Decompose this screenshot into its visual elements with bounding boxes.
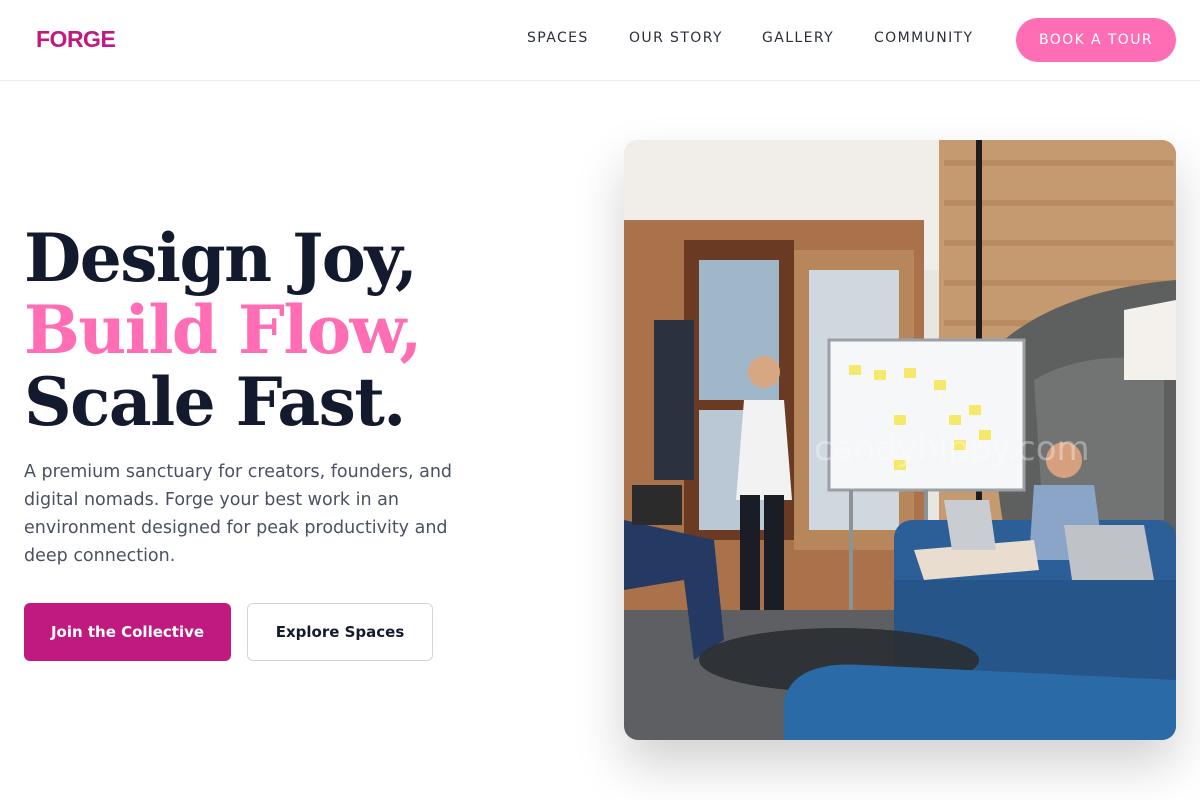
hero-photo: candyhippy.com bbox=[624, 140, 1176, 740]
headline-line-3: Scale Fast. bbox=[24, 363, 406, 441]
photo-watermark: candyhippy.com bbox=[814, 429, 1090, 469]
headline-line-1: Design Joy, bbox=[24, 219, 418, 297]
explore-spaces-button[interactable]: Explore Spaces bbox=[247, 603, 433, 661]
nav-link-our-story[interactable]: OUR STORY bbox=[629, 30, 723, 46]
nav-link-spaces[interactable]: SPACES bbox=[527, 30, 589, 46]
hero-subtext: A premium sanctuary for creators, founde… bbox=[24, 462, 453, 566]
book-a-tour-button[interactable]: BOOK A TOUR bbox=[1016, 18, 1176, 62]
brand-logo[interactable]: FORGE bbox=[36, 26, 116, 53]
nav-link-community[interactable]: COMMUNITY bbox=[874, 30, 974, 46]
headline-line-2: Build Flow, bbox=[24, 291, 422, 369]
nav-link-gallery[interactable]: GALLERY bbox=[762, 30, 834, 46]
site-header: FORGE SPACES OUR STORY GALLERY COMMUNITY… bbox=[0, 0, 1200, 81]
hero-headline: Design Joy, Build Flow, Scale Fast. bbox=[24, 219, 422, 441]
join-the-collective-button[interactable]: Join the Collective bbox=[24, 603, 231, 661]
coworking-photo-icon: candyhippy.com bbox=[624, 140, 1176, 740]
